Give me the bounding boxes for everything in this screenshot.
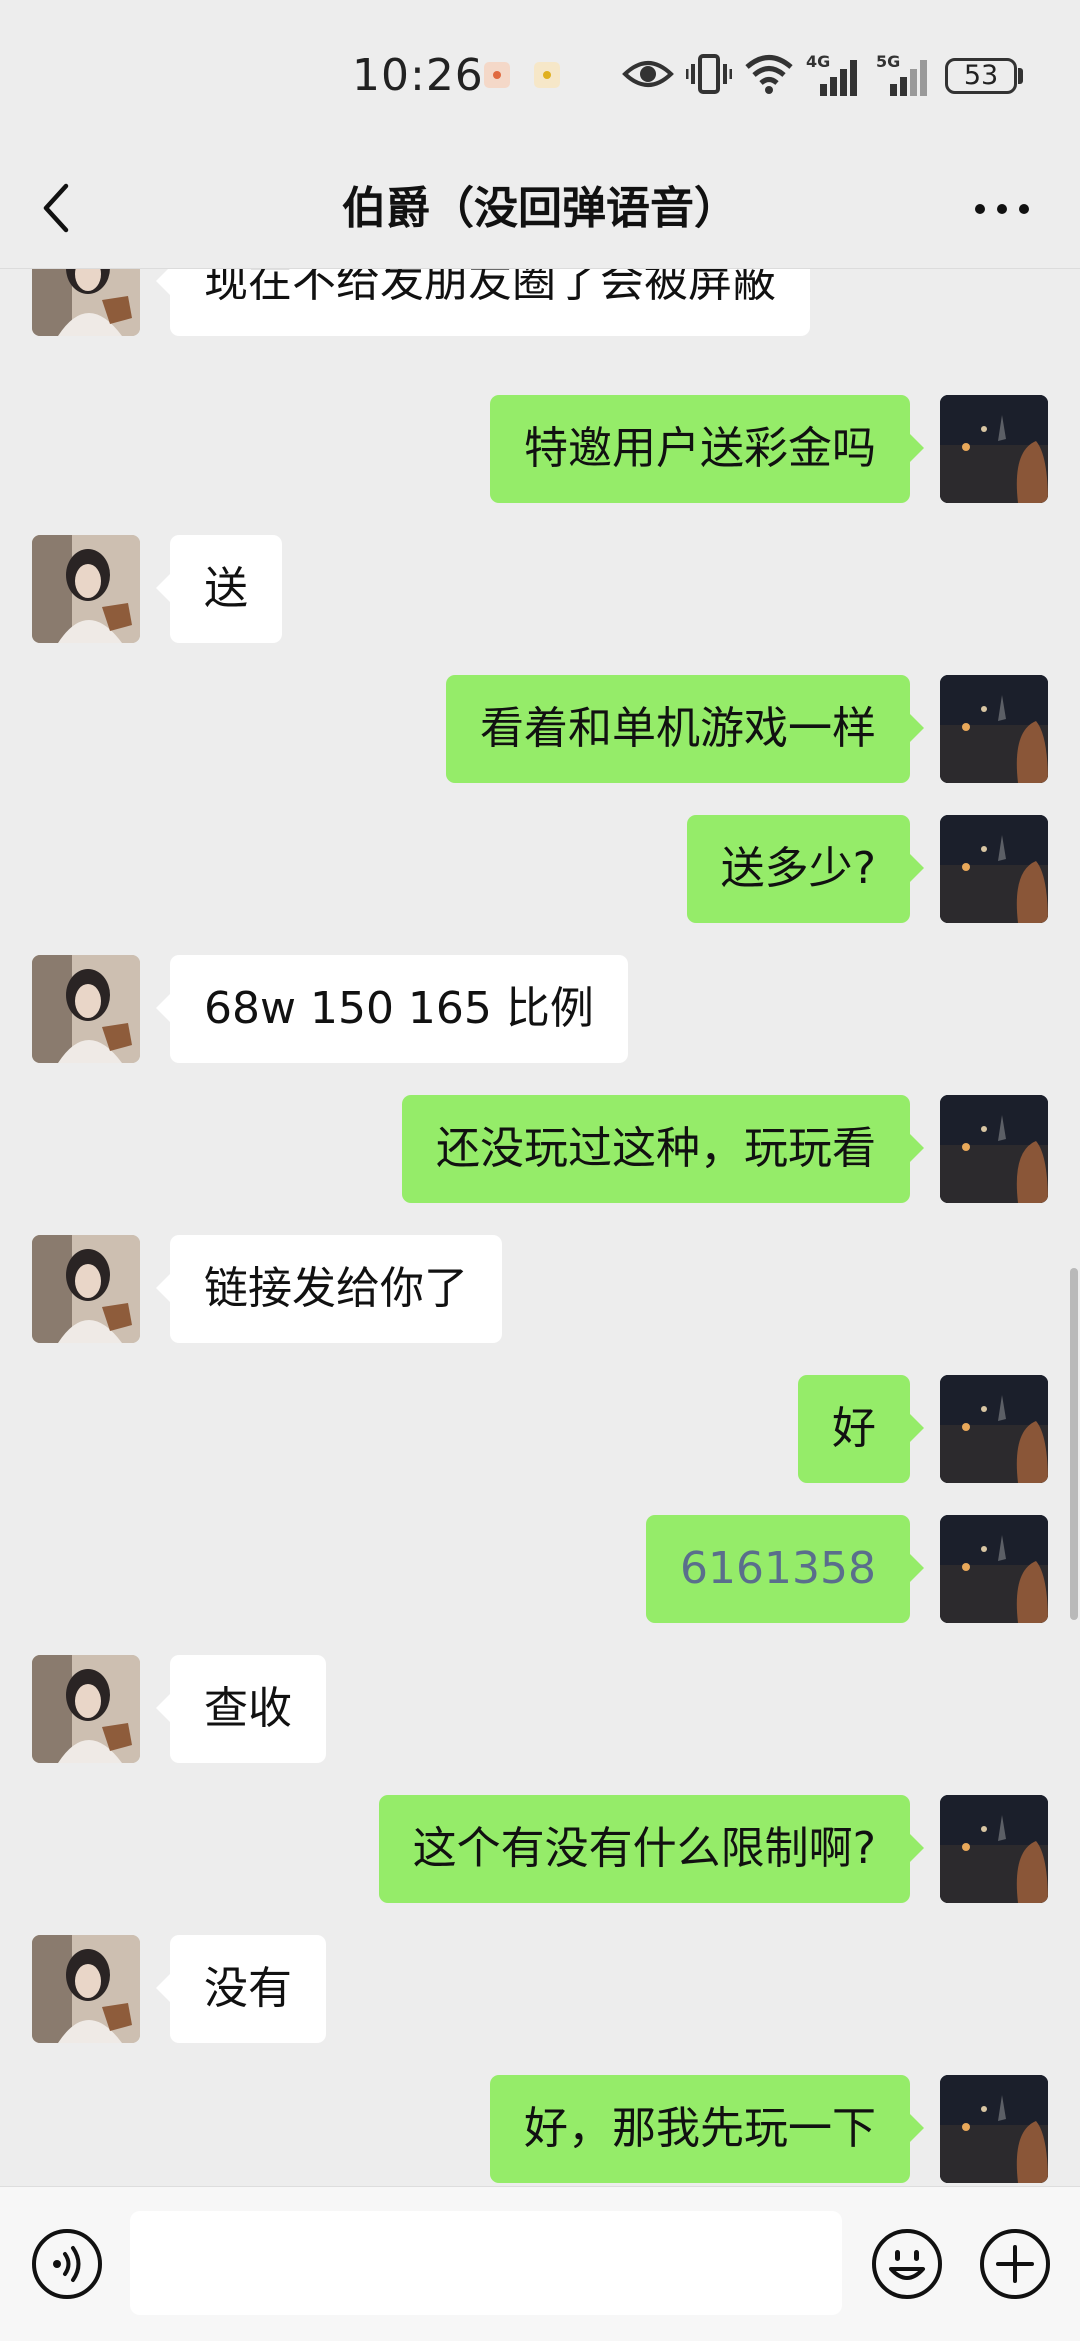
message-bubble-received[interactable]: 没有 (156, 1935, 326, 2043)
vibrate-icon (686, 54, 732, 94)
message-bubble-received[interactable]: 68w 150 165 比例 (156, 955, 628, 1063)
more-dots-icon[interactable] (972, 198, 1032, 220)
user-avatar[interactable] (940, 1375, 1048, 1483)
chat-message-list[interactable]: 现在不给发朋友圈了会被屏蔽 特邀用户送彩金吗 送 看着和单机游戏一样 送多少? … (0, 268, 1080, 2186)
signal-5g-icon: 5G (876, 52, 934, 98)
user-avatar[interactable] (940, 395, 1048, 503)
message-row: 查收 (0, 1655, 1080, 1763)
message-bubble-sent[interactable]: 好 (798, 1375, 924, 1483)
message-row: 这个有没有什么限制啊? (0, 1795, 1080, 1903)
contact-avatar[interactable] (32, 955, 140, 1063)
message-input[interactable] (130, 2211, 842, 2315)
message-input-bar (0, 2186, 1080, 2341)
message-bubble-received[interactable]: 链接发给你了 (156, 1235, 502, 1343)
message-row: 68w 150 165 比例 (0, 955, 1080, 1063)
user-avatar[interactable] (940, 815, 1048, 923)
message-row: 送 (0, 535, 1080, 643)
user-avatar[interactable] (940, 2075, 1048, 2183)
contact-avatar[interactable] (32, 1935, 140, 2043)
message-row: 没有 (0, 1935, 1080, 2043)
notification-icon (534, 62, 560, 88)
emoji-icon[interactable] (870, 2227, 944, 2301)
contact-avatar[interactable] (32, 1655, 140, 1763)
chat-title: 伯爵（没回弹语音） (342, 183, 738, 234)
message-bubble-received[interactable]: 送 (156, 535, 282, 643)
battery-icon: 53 (945, 58, 1017, 94)
eye-icon (622, 61, 674, 87)
user-avatar[interactable] (940, 675, 1048, 783)
message-row: 特邀用户送彩金吗 (0, 395, 1080, 503)
message-row: 6161358 (0, 1515, 1080, 1623)
message-bubble-sent[interactable]: 还没玩过这种，玩玩看 (402, 1095, 924, 1203)
chat-scrollbar[interactable] (1070, 1268, 1078, 1620)
message-bubble-sent[interactable]: 这个有没有什么限制啊? (378, 1795, 925, 1903)
contact-avatar[interactable] (32, 1235, 140, 1343)
message-bubble-sent[interactable]: 看着和单机游戏一样 (446, 675, 924, 783)
user-avatar[interactable] (940, 1795, 1048, 1903)
chat-header: 伯爵（没回弹语音） (0, 150, 1080, 269)
notification-icon (484, 62, 510, 88)
plus-icon[interactable] (978, 2227, 1052, 2301)
message-row: 送多少? (0, 815, 1080, 923)
message-row: 现在不给发朋友圈了会被屏蔽 (0, 268, 1080, 336)
message-row: 好，那我先玩一下 (0, 2075, 1080, 2183)
user-avatar[interactable] (940, 1515, 1048, 1623)
message-bubble-sent[interactable]: 好，那我先玩一下 (490, 2075, 924, 2183)
message-bubble-received[interactable]: 查收 (156, 1655, 326, 1763)
status-time: 10:26 (352, 50, 484, 101)
message-row: 看着和单机游戏一样 (0, 675, 1080, 783)
message-row: 还没玩过这种，玩玩看 (0, 1095, 1080, 1203)
message-row: 链接发给你了 (0, 1235, 1080, 1343)
message-row: 好 (0, 1375, 1080, 1483)
battery-tip (1018, 68, 1023, 84)
message-bubble-sent-number[interactable]: 6161358 (646, 1515, 924, 1623)
contact-avatar[interactable] (32, 535, 140, 643)
voice-icon[interactable] (30, 2227, 104, 2301)
message-bubble-received[interactable]: 现在不给发朋友圈了会被屏蔽 (156, 268, 810, 336)
message-bubble-sent[interactable]: 特邀用户送彩金吗 (490, 395, 924, 503)
user-avatar[interactable] (940, 1095, 1048, 1203)
wifi-icon (745, 55, 793, 94)
status-bar: 10:26 4G 5G 53 (0, 0, 1080, 150)
message-bubble-sent[interactable]: 送多少? (686, 815, 925, 923)
signal-4g-icon: 4G (806, 52, 864, 98)
contact-avatar[interactable] (32, 268, 140, 336)
